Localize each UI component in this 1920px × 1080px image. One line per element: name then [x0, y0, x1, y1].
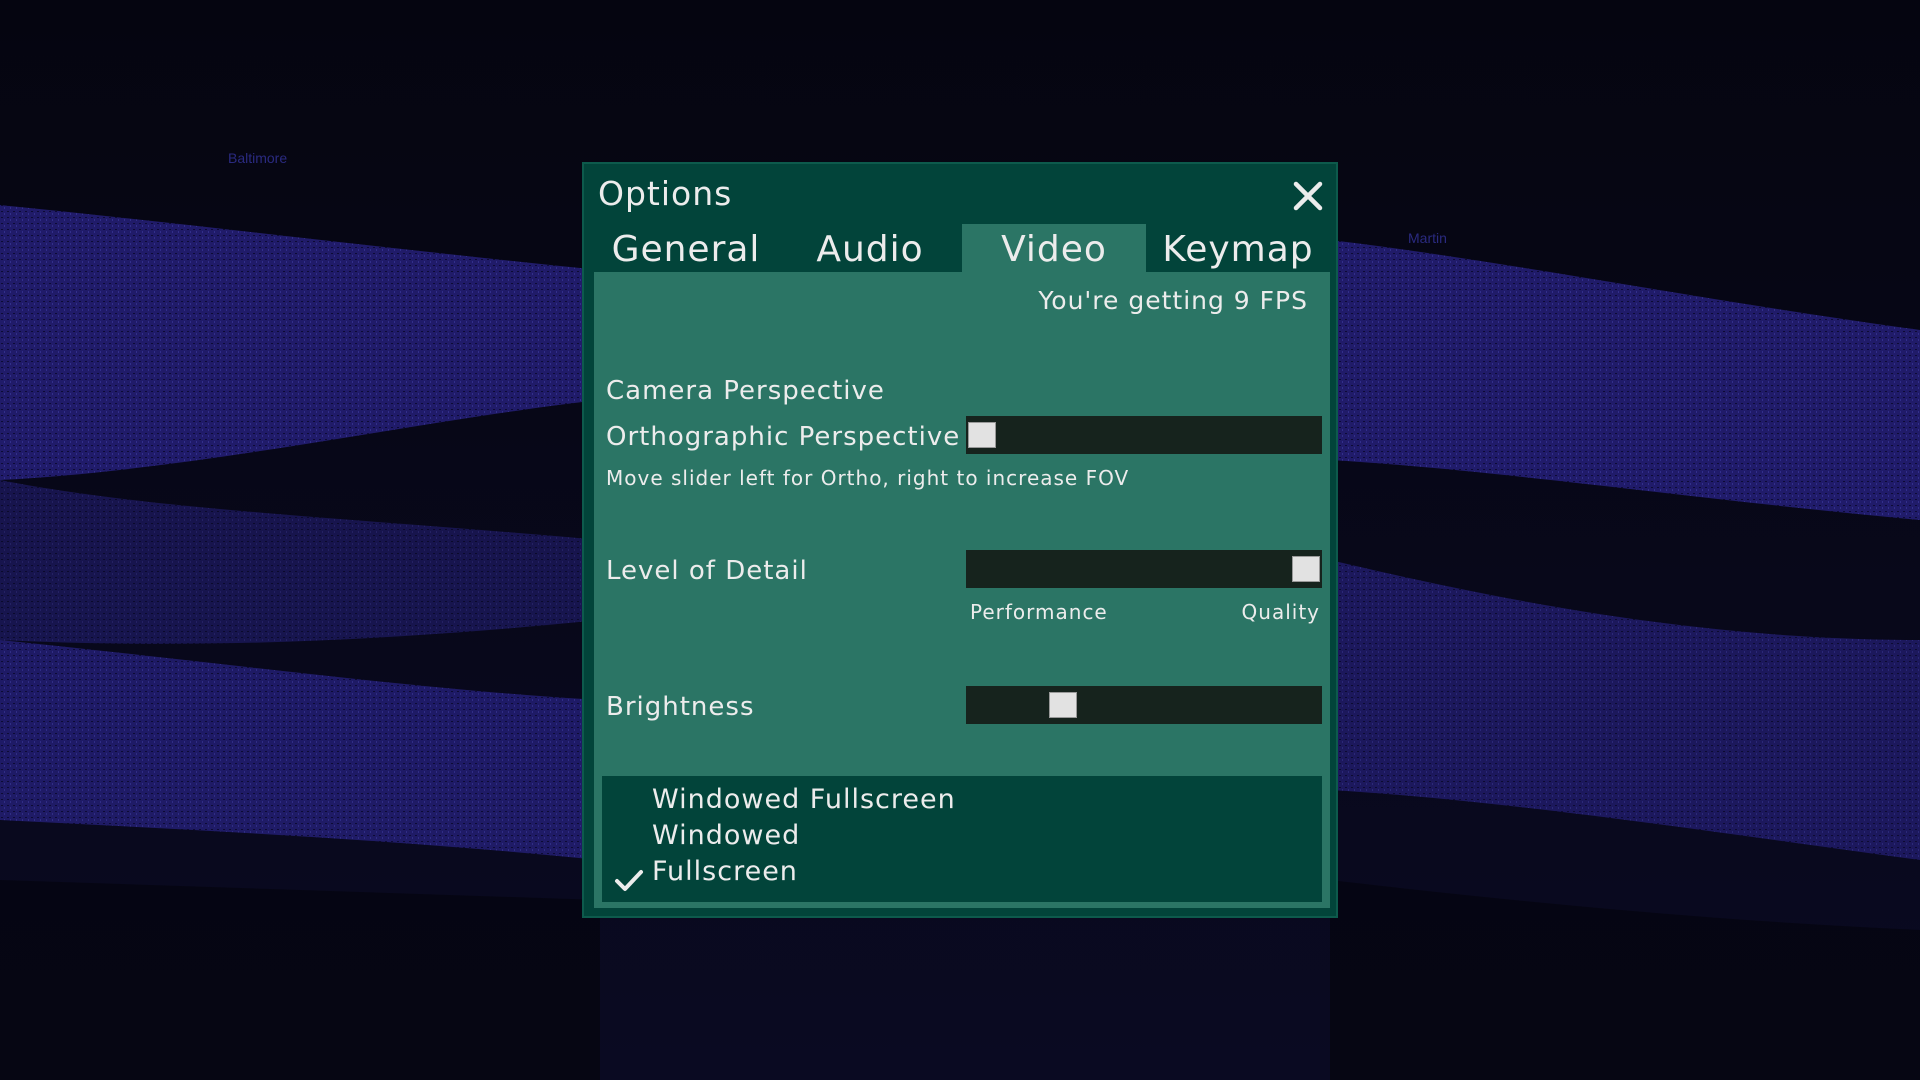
camera-slider-label: Orthographic Perspective — [606, 422, 961, 452]
tab-bar: General Audio Video Keymap — [594, 224, 1330, 274]
lod-max-label: Quality — [1241, 600, 1320, 624]
close-icon[interactable] — [1290, 178, 1326, 214]
tab-general[interactable]: General — [594, 224, 778, 274]
window-title: Options — [598, 174, 733, 213]
lod-min-label: Performance — [970, 600, 1108, 624]
slider-handle[interactable] — [1049, 692, 1077, 718]
display-mode-windowed[interactable]: Windowed — [652, 820, 800, 851]
display-mode-list: Windowed Fullscreen Windowed Fullscreen — [602, 776, 1322, 902]
slider-handle[interactable] — [1292, 556, 1320, 582]
display-mode-fullscreen[interactable]: Fullscreen — [652, 856, 798, 887]
map-label-martin: Martin — [1408, 230, 1447, 246]
level-of-detail-label: Level of Detail — [606, 556, 808, 586]
tab-video[interactable]: Video — [962, 224, 1146, 274]
camera-perspective-heading: Camera Perspective — [606, 376, 885, 406]
tab-audio[interactable]: Audio — [778, 224, 962, 274]
camera-perspective-slider[interactable] — [966, 416, 1322, 454]
map-label-baltimore: Baltimore — [228, 150, 288, 166]
level-of-detail-slider[interactable] — [966, 550, 1322, 588]
video-settings-panel: You're getting 9 FPS Camera Perspective … — [594, 272, 1330, 908]
fps-counter: You're getting 9 FPS — [1038, 286, 1308, 315]
display-mode-windowed-fullscreen[interactable]: Windowed Fullscreen — [652, 784, 956, 815]
options-window: Options General Audio Video Keymap You'r… — [582, 162, 1338, 918]
slider-handle[interactable] — [968, 422, 996, 448]
brightness-slider[interactable] — [966, 686, 1322, 724]
brightness-label: Brightness — [606, 692, 755, 722]
camera-hint-text: Move slider left for Ortho, right to inc… — [606, 466, 1130, 490]
checkmark-icon — [615, 870, 643, 891]
tab-keymap[interactable]: Keymap — [1146, 224, 1330, 274]
